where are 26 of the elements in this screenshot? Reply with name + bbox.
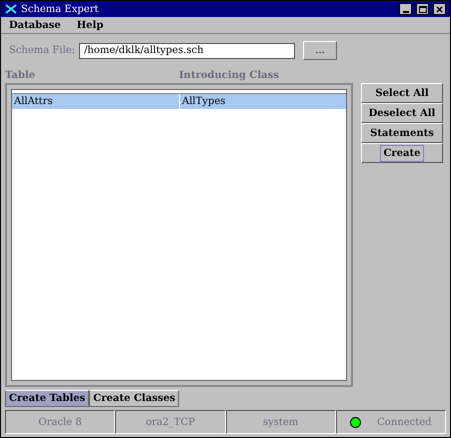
menu-item[interactable]: Database xyxy=(9,18,61,32)
column-header: Table xyxy=(5,69,36,83)
schema-file-label: Schema File: xyxy=(9,44,76,58)
close-icon xyxy=(436,6,443,12)
action-button[interactable]: Create xyxy=(361,143,443,163)
status-text: system xyxy=(262,416,298,430)
window-title: Schema Expert xyxy=(21,2,100,16)
action-button[interactable]: Select All xyxy=(361,83,443,103)
table-cell: AllAttrs xyxy=(12,94,180,109)
tab[interactable]: Create Tables xyxy=(5,390,90,407)
action-button[interactable]: Deselect All xyxy=(361,103,443,123)
table-row[interactable]: AllAttrs AllTypes xyxy=(12,93,346,109)
minimize-button[interactable] xyxy=(399,3,412,15)
close-button[interactable] xyxy=(433,3,446,15)
x-logo-icon xyxy=(5,4,17,14)
table-cell-text: AllTypes xyxy=(181,95,226,109)
menu-item[interactable]: Help xyxy=(76,18,104,32)
browse-button[interactable]: ... xyxy=(303,41,338,60)
action-button[interactable]: Statements xyxy=(361,123,443,143)
status-text: Oracle 8 xyxy=(38,416,82,430)
schema-file-field[interactable]: /home/dklk/alltypes.sch xyxy=(79,42,296,58)
column-header: Introducing Class xyxy=(179,69,279,83)
status-text: ora2_TCP xyxy=(146,416,195,430)
tab[interactable]: Create Classes xyxy=(89,390,180,407)
maximize-button[interactable] xyxy=(416,3,429,15)
status-text: Connected xyxy=(377,416,432,430)
